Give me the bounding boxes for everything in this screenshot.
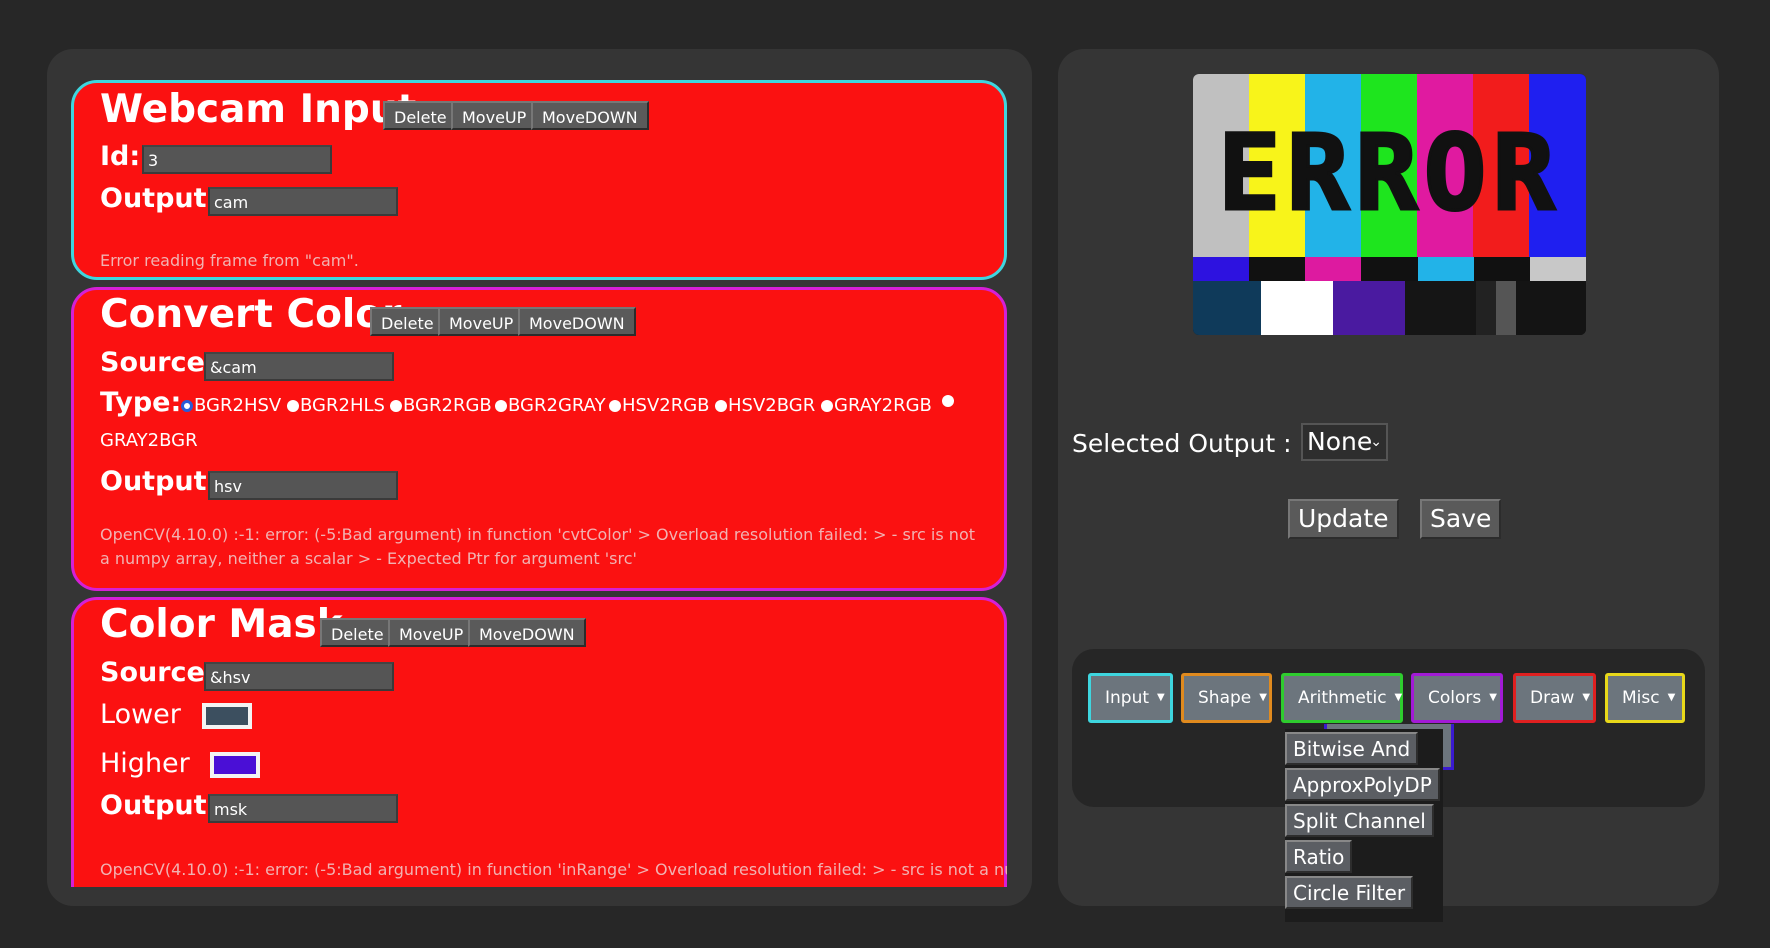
move-down-button[interactable]: MoveDOWN — [531, 101, 649, 130]
category-shape-button[interactable]: Shape ▼ — [1181, 673, 1272, 723]
convert-color-node: Convert Color Delete MoveUP MoveDOWN Sou… — [71, 287, 1007, 591]
node-title: Webcam Input — [100, 87, 417, 132]
move-up-button[interactable]: MoveUP — [438, 307, 525, 336]
delete-button[interactable]: Delete — [320, 618, 395, 647]
pipeline-panel: Webcam Input Delete MoveUP MoveDOWN Id: … — [47, 49, 1032, 906]
type-radio-bgr2gray[interactable]: BGR2GRAY — [495, 395, 606, 416]
menu-item-approxpolydp[interactable]: ApproxPolyDP — [1285, 768, 1440, 801]
radio-icon — [287, 399, 299, 412]
pipeline-list[interactable]: Webcam Input Delete MoveUP MoveDOWN Id: … — [71, 80, 1007, 887]
bottom-color-strip — [1193, 281, 1586, 335]
delete-button[interactable]: Delete — [370, 307, 445, 336]
output-preview-image: ERROR — [1193, 74, 1586, 335]
output-input[interactable]: hsv — [208, 471, 398, 500]
color-mask-node: Color Mask Delete MoveUP MoveDOWN Source… — [71, 597, 1007, 887]
lower-label: Lower — [100, 699, 181, 730]
output-label: Output: — [100, 466, 218, 497]
error-message: OpenCV(4.10.0) :-1: error: (-5:Bad argum… — [100, 525, 975, 568]
type-radio-gray2rgb[interactable]: GRAY2RGB — [821, 395, 932, 416]
type-radio-hsv2rgb[interactable]: HSV2RGB — [609, 395, 710, 416]
error-message: OpenCV(4.10.0) :-1: error: (-5:Bad argum… — [100, 860, 1007, 879]
higher-label: Higher — [100, 748, 190, 779]
category-arithmetic-button[interactable]: Arithmetic ▼ — [1281, 673, 1403, 723]
radio-icon — [821, 399, 833, 412]
category-colors-button[interactable]: Colors ▼ — [1411, 673, 1503, 723]
output-label: Output: — [100, 790, 218, 821]
type-radio-hsv2bgr[interactable]: HSV2BGR — [715, 395, 815, 416]
delete-button[interactable]: Delete — [383, 101, 458, 130]
error-message: Error reading frame from "cam". — [100, 251, 359, 270]
selected-output-select[interactable]: None ⌄ — [1301, 423, 1388, 461]
type-label: Type: — [100, 387, 182, 418]
output-input[interactable]: msk — [208, 794, 398, 823]
move-down-button[interactable]: MoveDOWN — [518, 307, 636, 336]
node-title: Convert Color — [100, 292, 402, 337]
output-label: Output: — [100, 183, 218, 214]
menu-item-ratio[interactable]: Ratio — [1285, 840, 1353, 873]
webcam-input-node: Webcam Input Delete MoveUP MoveDOWN Id: … — [71, 80, 1007, 280]
id-label: Id: — [100, 141, 141, 172]
caret-down-icon: ▼ — [1582, 692, 1591, 703]
source-input[interactable]: &hsv — [204, 662, 394, 691]
type-radio-bgr2hls[interactable]: BGR2HLS — [287, 395, 385, 416]
type-radio-gray2bgr-label[interactable]: GRAY2BGR — [100, 430, 198, 451]
category-input-button[interactable]: Input ▼ — [1088, 673, 1173, 723]
radio-icon — [390, 399, 402, 412]
source-input[interactable]: &cam — [204, 352, 394, 381]
save-button[interactable]: Save — [1420, 499, 1502, 539]
lower-color-picker[interactable] — [202, 703, 252, 729]
output-input[interactable]: cam — [208, 187, 398, 216]
id-input[interactable]: 3 — [142, 145, 332, 174]
radio-icon — [495, 399, 507, 412]
radio-icon — [609, 399, 621, 412]
move-up-button[interactable]: MoveUP — [451, 101, 538, 130]
radio-icon — [715, 399, 727, 412]
caret-down-icon: ▼ — [1489, 692, 1497, 703]
caret-down-icon: ▼ — [1259, 692, 1267, 703]
category-misc-button[interactable]: Misc ▼ — [1605, 673, 1685, 723]
menu-item-split-channel[interactable]: Split Channel — [1285, 804, 1434, 837]
higher-color-picker[interactable] — [210, 752, 260, 778]
move-down-button[interactable]: MoveDOWN — [468, 618, 586, 647]
type-radio-bgr2rgb[interactable]: BGR2RGB — [390, 395, 492, 416]
update-button[interactable]: Update — [1288, 499, 1399, 539]
caret-down-icon: ▼ — [1667, 692, 1676, 703]
arithmetic-dropdown-menu: Bitwise And ApproxPolyDP Split Channel R… — [1285, 729, 1443, 922]
type-radio-gray2bgr[interactable] — [942, 395, 955, 407]
node-title: Color Mask — [100, 602, 343, 647]
menu-item-circle-filter[interactable]: Circle Filter — [1285, 876, 1414, 909]
caret-down-icon: ▼ — [1157, 692, 1165, 703]
source-label: Source: — [100, 347, 216, 378]
selected-output-value: None — [1307, 427, 1373, 456]
menu-item-bitwise-and[interactable]: Bitwise And — [1285, 732, 1419, 765]
radio-icon — [942, 395, 954, 407]
category-draw-button[interactable]: Draw ▼ — [1513, 673, 1596, 723]
error-text-overlay: ERROR — [1216, 111, 1562, 236]
radio-selected-icon — [181, 399, 193, 412]
caret-down-icon: ▼ — [1394, 692, 1403, 703]
selected-output-label: Selected Output : — [1072, 429, 1292, 458]
type-radio-bgr2hsv[interactable]: BGR2HSV — [181, 395, 281, 416]
source-label: Source: — [100, 657, 216, 688]
move-up-button[interactable]: MoveUP — [388, 618, 475, 647]
mid-color-strip — [1193, 257, 1586, 281]
chevron-down-icon: ⌄ — [1370, 434, 1382, 450]
